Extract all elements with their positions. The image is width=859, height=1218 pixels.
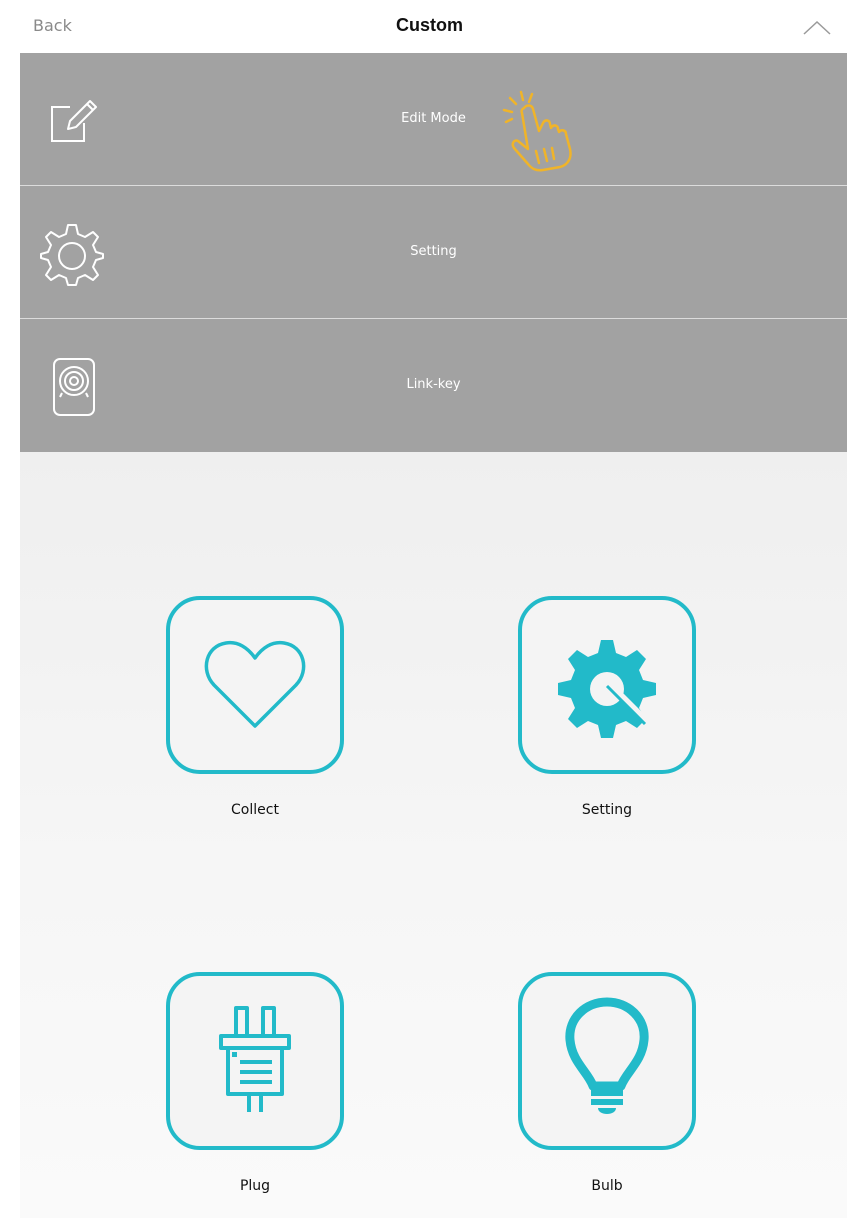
tile-label: Bulb	[591, 1178, 623, 1194]
heart-icon	[204, 640, 306, 728]
device-grid: Collect Setting Plug Bulb	[20, 452, 847, 1218]
tile-collect[interactable]: Collect	[166, 596, 348, 818]
tile-label: Collect	[231, 802, 279, 818]
tile-setting[interactable]: Setting	[518, 596, 700, 818]
tile-plug[interactable]: Plug	[166, 972, 348, 1194]
plug-icon	[219, 1006, 291, 1112]
page-title: Custom	[396, 15, 463, 35]
tile-bulb[interactable]: Bulb	[518, 972, 700, 1194]
menu-item-edit-mode[interactable]: Edit Mode	[20, 53, 847, 185]
menu-item-label: Link-key	[406, 377, 461, 392]
menu-item-label: Edit Mode	[401, 111, 466, 126]
bulb-icon	[565, 997, 649, 1114]
menu-item-link-key[interactable]: Link-key	[20, 319, 847, 451]
menu-item-label: Setting	[410, 244, 457, 259]
tile-label: Plug	[239, 1178, 271, 1194]
plug-button[interactable]	[166, 972, 344, 1150]
setting-button[interactable]	[518, 596, 696, 774]
wrench-gear-icon	[558, 640, 656, 738]
collect-button[interactable]	[166, 596, 344, 774]
chevron-up-icon[interactable]	[800, 14, 834, 38]
bulb-button[interactable]	[518, 972, 696, 1150]
tap-hand-icon	[490, 86, 580, 176]
tile-label: Setting	[581, 802, 633, 818]
top-bar: Back Custom	[0, 0, 859, 53]
menu-item-setting[interactable]: Setting	[20, 186, 847, 318]
dropdown-menu: Edit Mode Setting Link-key	[20, 53, 847, 452]
